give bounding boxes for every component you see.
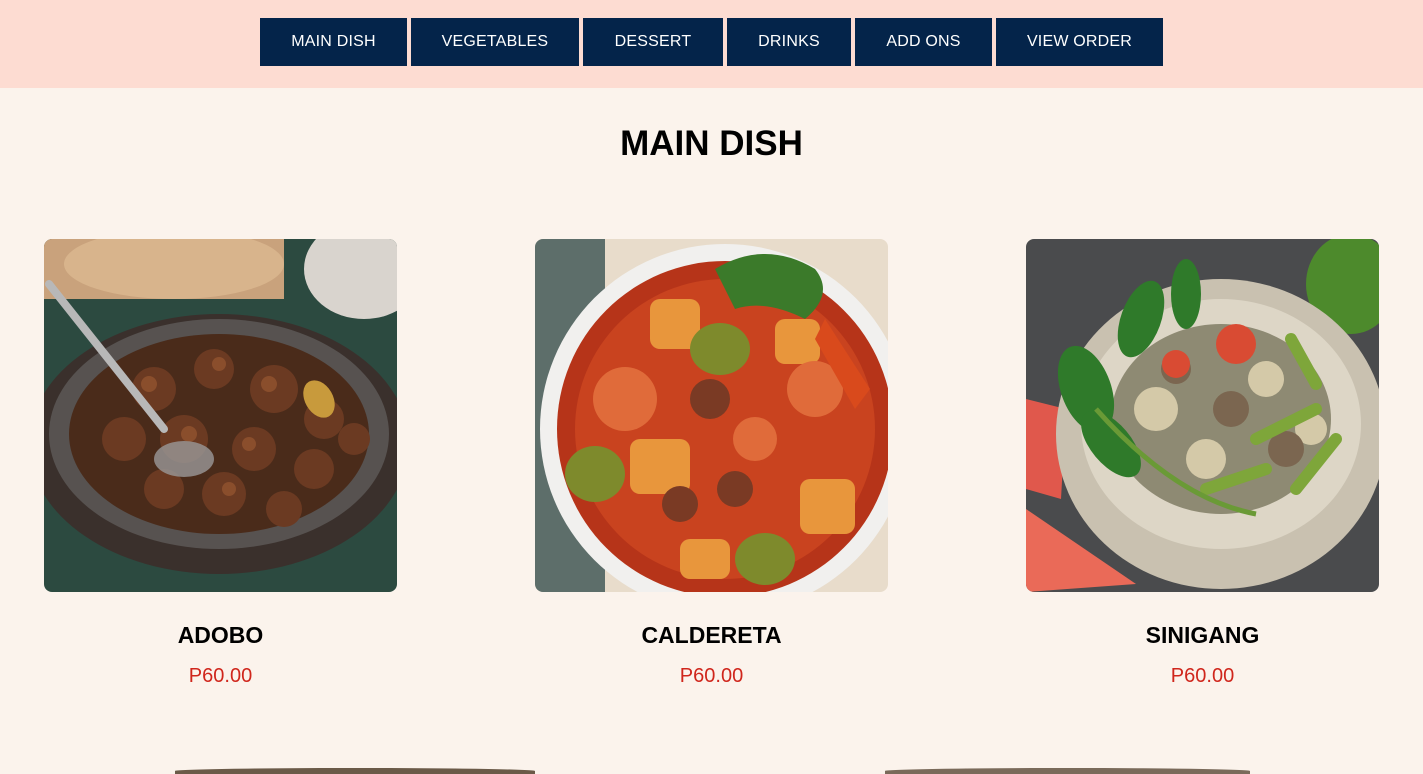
next-row-image-right <box>885 768 1250 774</box>
top-nav-bar: MAIN DISH VEGETABLES DESSERT DRINKS ADD … <box>0 0 1423 88</box>
product-card-adobo[interactable]: ADOBO P60.00 <box>44 239 397 688</box>
product-card-caldereta[interactable]: CALDERETA P60.00 <box>535 239 888 688</box>
nav-main-dish-button[interactable]: MAIN DISH <box>260 18 407 66</box>
adobo-image[interactable] <box>44 239 397 592</box>
category-nav: MAIN DISH VEGETABLES DESSERT DRINKS ADD … <box>0 18 1423 66</box>
product-card-sinigang[interactable]: SINIGANG P60.00 <box>1026 239 1379 688</box>
product-name: ADOBO <box>177 622 264 648</box>
nav-vegetables-button[interactable]: VEGETABLES <box>411 18 579 66</box>
caldereta-image[interactable] <box>535 239 888 592</box>
next-row-image-left <box>175 768 535 774</box>
product-price: P60.00 <box>1170 665 1235 687</box>
product-price: P60.00 <box>679 665 744 687</box>
nav-drinks-button[interactable]: DRINKS <box>727 18 851 66</box>
nav-dessert-button[interactable]: DESSERT <box>583 18 723 66</box>
sinigang-image[interactable] <box>1026 239 1379 592</box>
product-name: SINIGANG <box>1145 622 1260 648</box>
nav-view-order-button[interactable]: VIEW ORDER <box>996 18 1163 66</box>
product-price: P60.00 <box>188 665 253 687</box>
product-name: CALDERETA <box>641 622 782 648</box>
section-title: MAIN DISH <box>620 124 803 163</box>
nav-add-ons-button[interactable]: ADD ONS <box>855 18 992 66</box>
